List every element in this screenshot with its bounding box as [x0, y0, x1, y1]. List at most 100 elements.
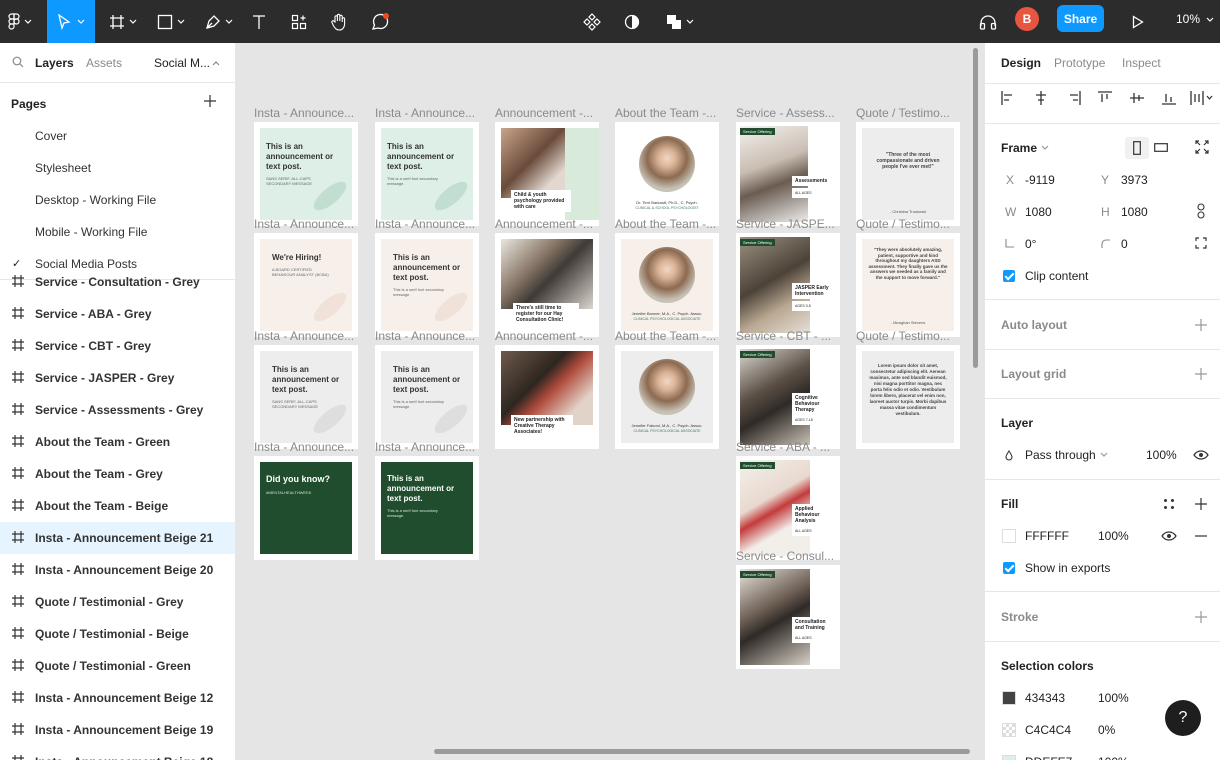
- frame-quote[interactable]: "Three of the most compassionate and dri…: [856, 122, 960, 226]
- page-mobile[interactable]: Mobile - Working File: [35, 225, 147, 239]
- frame-label[interactable]: Insta - Announce...: [375, 106, 479, 120]
- frame-quote[interactable]: "They were absolutely amazing, patient, …: [856, 233, 960, 337]
- layer-row[interactable]: Service - CBT - Grey: [0, 330, 235, 362]
- frame-announcement[interactable]: This is an announcement or text post. Th…: [375, 122, 479, 226]
- x-input[interactable]: -9119: [1025, 173, 1055, 187]
- frame-label[interactable]: Service - ABA - ...: [736, 440, 840, 454]
- layer-row[interactable]: Quote / Testimonial - Grey: [0, 586, 235, 618]
- layer-row[interactable]: Service - Consultation - Grey: [0, 266, 235, 298]
- frame-label[interactable]: Service - Consul...: [736, 549, 840, 563]
- frame-label[interactable]: Quote / Testimo...: [856, 217, 960, 231]
- add-auto-layout-icon[interactable]: [1195, 319, 1207, 331]
- pen-tool-button[interactable]: [198, 0, 240, 43]
- blend-mode-select[interactable]: Pass through: [1025, 448, 1096, 462]
- height-input[interactable]: 1080: [1121, 205, 1148, 219]
- frame-announcement-photo[interactable]: There's still time to register for our H…: [495, 233, 599, 337]
- show-in-exports-checkbox[interactable]: [1003, 562, 1015, 574]
- zoom-menu[interactable]: 10%: [1176, 12, 1214, 26]
- shape-tool-button[interactable]: [150, 0, 192, 43]
- resize-to-fit-icon[interactable]: [1195, 140, 1209, 154]
- radius-input[interactable]: 0: [1121, 237, 1128, 251]
- landscape-icon[interactable]: [1154, 143, 1168, 152]
- frame-label[interactable]: Announcement -...: [495, 217, 599, 231]
- add-stroke-icon[interactable]: [1195, 611, 1207, 623]
- audio-button[interactable]: [976, 0, 1000, 43]
- clip-content-checkbox[interactable]: [1003, 270, 1015, 282]
- component-button[interactable]: [580, 0, 604, 43]
- color-hex[interactable]: 434343: [1025, 691, 1065, 705]
- eye-icon[interactable]: [1161, 531, 1177, 541]
- color-opacity[interactable]: 0%: [1098, 723, 1115, 737]
- horizontal-scrollbar[interactable]: [434, 749, 970, 754]
- frame-announcement[interactable]: This is an announcement or text post. Th…: [375, 345, 479, 449]
- tab-assets[interactable]: Assets: [86, 56, 122, 70]
- text-tool-button[interactable]: [246, 0, 272, 43]
- boolean-button[interactable]: [660, 0, 700, 43]
- frame-did-you-know[interactable]: Did you know? #MENTALHEALTHWEEK: [254, 456, 358, 560]
- color-swatch[interactable]: [1002, 691, 1016, 705]
- fill-swatch[interactable]: [1002, 529, 1016, 543]
- comment-tool-button[interactable]: [366, 0, 394, 43]
- page-stylesheet[interactable]: Stylesheet: [35, 161, 91, 175]
- align-bottom-icon[interactable]: [1162, 91, 1176, 105]
- layer-row[interactable]: Quote / Testimonial - Beige: [0, 618, 235, 650]
- frame-service[interactable]: Service Offering Consultation and Traini…: [736, 565, 840, 669]
- frame-about-team[interactable]: Jennifer Falconi, M.A., C. Psych. Assoc.…: [615, 345, 719, 449]
- frame-announcement-photo[interactable]: Child & youth psychology provided with c…: [495, 122, 599, 226]
- fill-opacity-input[interactable]: 100%: [1098, 529, 1129, 543]
- constrain-proportions-icon[interactable]: [1197, 203, 1205, 219]
- mask-button[interactable]: [620, 0, 644, 43]
- tab-design[interactable]: Design: [1001, 56, 1041, 70]
- y-input[interactable]: 3973: [1121, 173, 1148, 187]
- page-desktop[interactable]: Desktop - Working File: [35, 193, 156, 207]
- color-swatch[interactable]: [1002, 723, 1016, 737]
- layer-row[interactable]: Insta - Announcement Beige 12: [0, 682, 235, 714]
- frame-about-team[interactable]: Dr. Terri Barkauft, Ph.D., C. Psych. CLI…: [615, 122, 719, 226]
- rotation-input[interactable]: 0°: [1025, 237, 1036, 251]
- help-button[interactable]: ?: [1165, 700, 1201, 736]
- layer-row[interactable]: Service - Assessments - Grey: [0, 394, 235, 426]
- canvas[interactable]: Insta - Announce... Insta - Announce... …: [236, 43, 984, 760]
- align-right-icon[interactable]: [1067, 91, 1081, 105]
- remove-fill-icon[interactable]: [1195, 535, 1207, 537]
- page-cover[interactable]: Cover: [35, 129, 67, 143]
- frame-label[interactable]: Insta - Announce...: [254, 440, 358, 454]
- frame-announcement[interactable]: This is an announcement or text post. Th…: [375, 233, 479, 337]
- main-menu-button[interactable]: [0, 0, 40, 43]
- tab-prototype[interactable]: Prototype: [1054, 56, 1105, 70]
- tab-inspect[interactable]: Inspect: [1122, 56, 1161, 70]
- color-hex[interactable]: DDEFE7: [1025, 755, 1072, 760]
- portrait-toggle[interactable]: [1125, 137, 1149, 159]
- chevron-up-icon[interactable]: [212, 60, 220, 66]
- frame-label[interactable]: Quote / Testimo...: [856, 329, 960, 343]
- resources-button[interactable]: [286, 0, 312, 43]
- frame-label[interactable]: Insta - Announce...: [375, 329, 479, 343]
- fill-hex-input[interactable]: FFFFFF: [1025, 529, 1069, 543]
- present-button[interactable]: [1128, 0, 1148, 43]
- eye-icon[interactable]: [1193, 450, 1209, 460]
- color-opacity[interactable]: 100%: [1098, 755, 1129, 760]
- independent-corners-icon[interactable]: [1195, 237, 1207, 249]
- frame-label[interactable]: Insta - Announce...: [375, 217, 479, 231]
- frame-label[interactable]: Service - CBT - ...: [736, 329, 840, 343]
- frame-quote[interactable]: Lorem ipsum dolor sit amet, consectetur …: [856, 345, 960, 449]
- layer-row[interactable]: About the Team - Beige: [0, 490, 235, 522]
- frame-label[interactable]: Insta - Announce...: [254, 329, 358, 343]
- align-top-icon[interactable]: [1098, 91, 1112, 105]
- layer-row[interactable]: Service - ABA - Grey: [0, 298, 235, 330]
- frame-announcement[interactable]: This is an announcement or text post. SA…: [254, 122, 358, 226]
- layer-row[interactable]: Insta - Announcement Beige 20: [0, 554, 235, 586]
- align-left-icon[interactable]: [1001, 91, 1015, 105]
- frame-title[interactable]: Frame: [1001, 141, 1037, 155]
- frame-service[interactable]: Service Offering JASPER Early Interventi…: [736, 233, 840, 337]
- chevron-down-icon[interactable]: [1041, 145, 1049, 151]
- layer-row[interactable]: About the Team - Green: [0, 426, 235, 458]
- frame-label[interactable]: Insta - Announce...: [254, 217, 358, 231]
- frame-label[interactable]: About the Team -...: [615, 217, 719, 231]
- layer-row[interactable]: Quote / Testimonial - Green: [0, 650, 235, 682]
- vertical-scrollbar[interactable]: [973, 48, 978, 368]
- frame-tool-button[interactable]: [103, 0, 143, 43]
- tab-layers[interactable]: Layers: [35, 56, 74, 70]
- frame-service[interactable]: Service Offering Cognitive Behaviour The…: [736, 345, 840, 449]
- frame-label[interactable]: About the Team -...: [615, 329, 719, 343]
